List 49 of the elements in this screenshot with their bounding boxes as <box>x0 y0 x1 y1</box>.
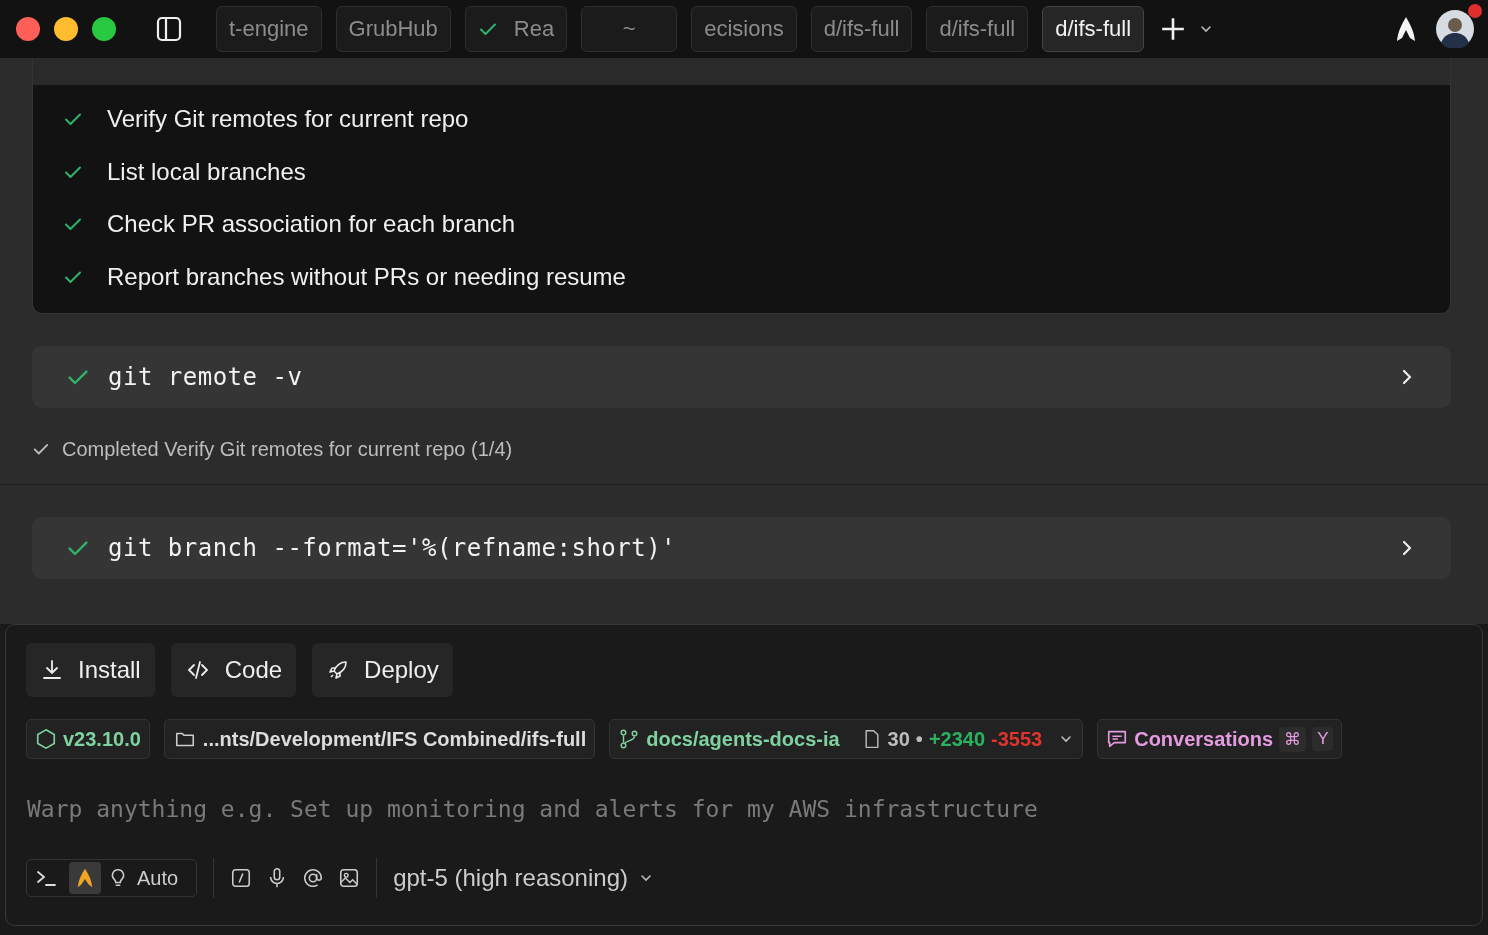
close-button[interactable] <box>16 17 40 41</box>
mode-toggle[interactable] <box>69 862 101 894</box>
conversations-label: Conversations <box>1134 727 1274 751</box>
command-block[interactable]: git branch --format='%(refname:short)' <box>32 517 1451 579</box>
task-label: Verify Git remotes for current repo <box>107 105 469 134</box>
maximize-button[interactable] <box>92 17 116 41</box>
action-button[interactable]: Code <box>170 643 297 697</box>
tab[interactable]: ~ <box>581 6 678 52</box>
plus-icon[interactable] <box>1160 16 1187 42</box>
task-label: List local branches <box>107 157 306 186</box>
tab[interactable]: ecisions <box>691 6 797 52</box>
hexagon-icon <box>35 728 57 750</box>
slash-command-icon[interactable] <box>230 867 253 889</box>
file-count: 30 <box>887 727 910 751</box>
action-button[interactable]: Install <box>26 643 155 697</box>
tab[interactable]: t-engine <box>216 6 322 52</box>
node-version-chip[interactable]: v23.10.0 <box>26 719 150 759</box>
sidebar-toggle-icon[interactable] <box>156 16 182 42</box>
conversations-chip[interactable]: Conversations ⌘ Y <box>1097 719 1343 759</box>
separator-dot: • <box>915 727 923 751</box>
branch-icon <box>618 728 641 750</box>
path-chip[interactable]: ...nts/Development/IFS Combined/ifs-full <box>163 719 596 759</box>
tab[interactable]: d/ifs-full <box>810 6 913 52</box>
tab[interactable]: GrubHub <box>335 6 451 52</box>
chat-icon <box>1106 728 1129 750</box>
image-icon[interactable] <box>338 867 361 889</box>
at-sign-icon[interactable] <box>302 867 325 889</box>
command-text: git branch --format='%(refname:short)' <box>108 534 678 562</box>
shortcut-key: Y <box>1312 727 1334 751</box>
deletions-count: -3553 <box>991 727 1043 751</box>
model-selector[interactable]: gpt-5 (high reasoning) <box>393 864 654 892</box>
avatar[interactable] <box>1436 10 1474 48</box>
download-icon <box>40 658 64 682</box>
command-text: git remote -v <box>108 363 304 391</box>
task-label: Check PR association for each branch <box>107 210 516 239</box>
status-note: Completed Verify Git remotes for current repo (1/4) <box>62 437 513 461</box>
tab[interactable]: d/ifs-full <box>1042 6 1145 52</box>
action-button[interactable]: Deploy <box>312 643 453 697</box>
prompt-input[interactable]: Warp anything e.g. Set up monitoring and alerts for my AWS infrastructure <box>26 796 1462 822</box>
shortcut-key: ⌘ <box>1279 726 1307 752</box>
agent-logo-icon[interactable] <box>1394 15 1418 43</box>
branch-name: docs/agents-docs-ia <box>646 727 840 751</box>
task-label: Report branches without PRs or needing resume <box>107 262 626 291</box>
tab[interactable]: d/ifs-full <box>926 6 1029 52</box>
tab[interactable]: Rea <box>464 6 568 52</box>
additions-count: +2340 <box>928 727 986 751</box>
branch-chip[interactable]: docs/agents-docs-ia 30 • +2340 -3553 <box>609 719 1084 759</box>
command-block[interactable]: git remote -v <box>32 346 1451 408</box>
minimize-button[interactable] <box>54 17 78 41</box>
